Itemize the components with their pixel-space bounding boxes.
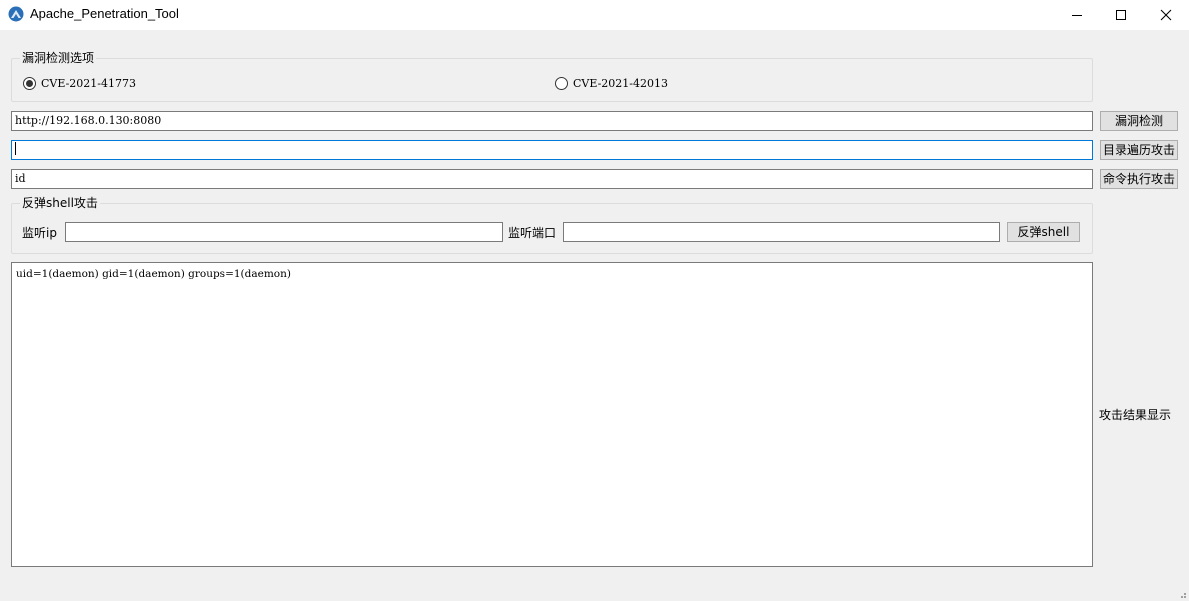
maximize-icon xyxy=(1116,10,1126,20)
exec-attack-button[interactable]: 命令执行攻击 xyxy=(1100,169,1178,189)
title-bar: Apache_Penetration_Tool xyxy=(0,0,1189,30)
detect-button[interactable]: 漏洞检测 xyxy=(1100,111,1178,131)
listen-ip-label: 监听ip xyxy=(22,226,57,240)
minimize-icon xyxy=(1072,15,1082,16)
url-input-value: http://192.168.0.130:8080 xyxy=(15,114,162,127)
app-icon xyxy=(8,6,24,22)
radio-cve-42013[interactable] xyxy=(555,77,568,90)
result-output[interactable]: uid=1(daemon) gid=1(daemon) groups=1(dae… xyxy=(11,262,1093,567)
close-icon xyxy=(1160,9,1172,21)
command-input-value: id xyxy=(15,172,26,185)
listen-port-label: 监听端口 xyxy=(508,226,557,240)
text-caret xyxy=(15,142,16,155)
reverse-shell-button[interactable]: 反弹shell xyxy=(1007,222,1080,242)
radio-cve-41773[interactable] xyxy=(23,77,36,90)
minimize-button[interactable] xyxy=(1054,0,1100,30)
vuln-options-title: 漏洞检测选项 xyxy=(20,51,97,65)
vuln-options-group xyxy=(11,58,1093,102)
radio-cve-41773-label[interactable]: CVE-2021-41773 xyxy=(41,77,136,91)
reverse-shell-title: 反弹shell攻击 xyxy=(20,196,100,210)
traversal-attack-button[interactable]: 目录遍历攻击 xyxy=(1100,140,1178,160)
maximize-button[interactable] xyxy=(1098,0,1144,30)
window-title: Apache_Penetration_Tool xyxy=(30,6,179,21)
listen-port-input[interactable] xyxy=(563,222,1000,242)
result-display-label: 攻击结果显示 xyxy=(1099,408,1172,422)
result-output-text: uid=1(daemon) gid=1(daemon) groups=1(dae… xyxy=(16,268,291,280)
command-input[interactable]: id xyxy=(11,169,1093,189)
resize-grip-icon[interactable] xyxy=(1177,589,1187,599)
radio-cve-42013-label[interactable]: CVE-2021-42013 xyxy=(573,77,668,91)
url-input[interactable]: http://192.168.0.130:8080 xyxy=(11,111,1093,131)
path-input[interactable] xyxy=(11,140,1093,160)
close-button[interactable] xyxy=(1143,0,1189,30)
listen-ip-input[interactable] xyxy=(65,222,503,242)
